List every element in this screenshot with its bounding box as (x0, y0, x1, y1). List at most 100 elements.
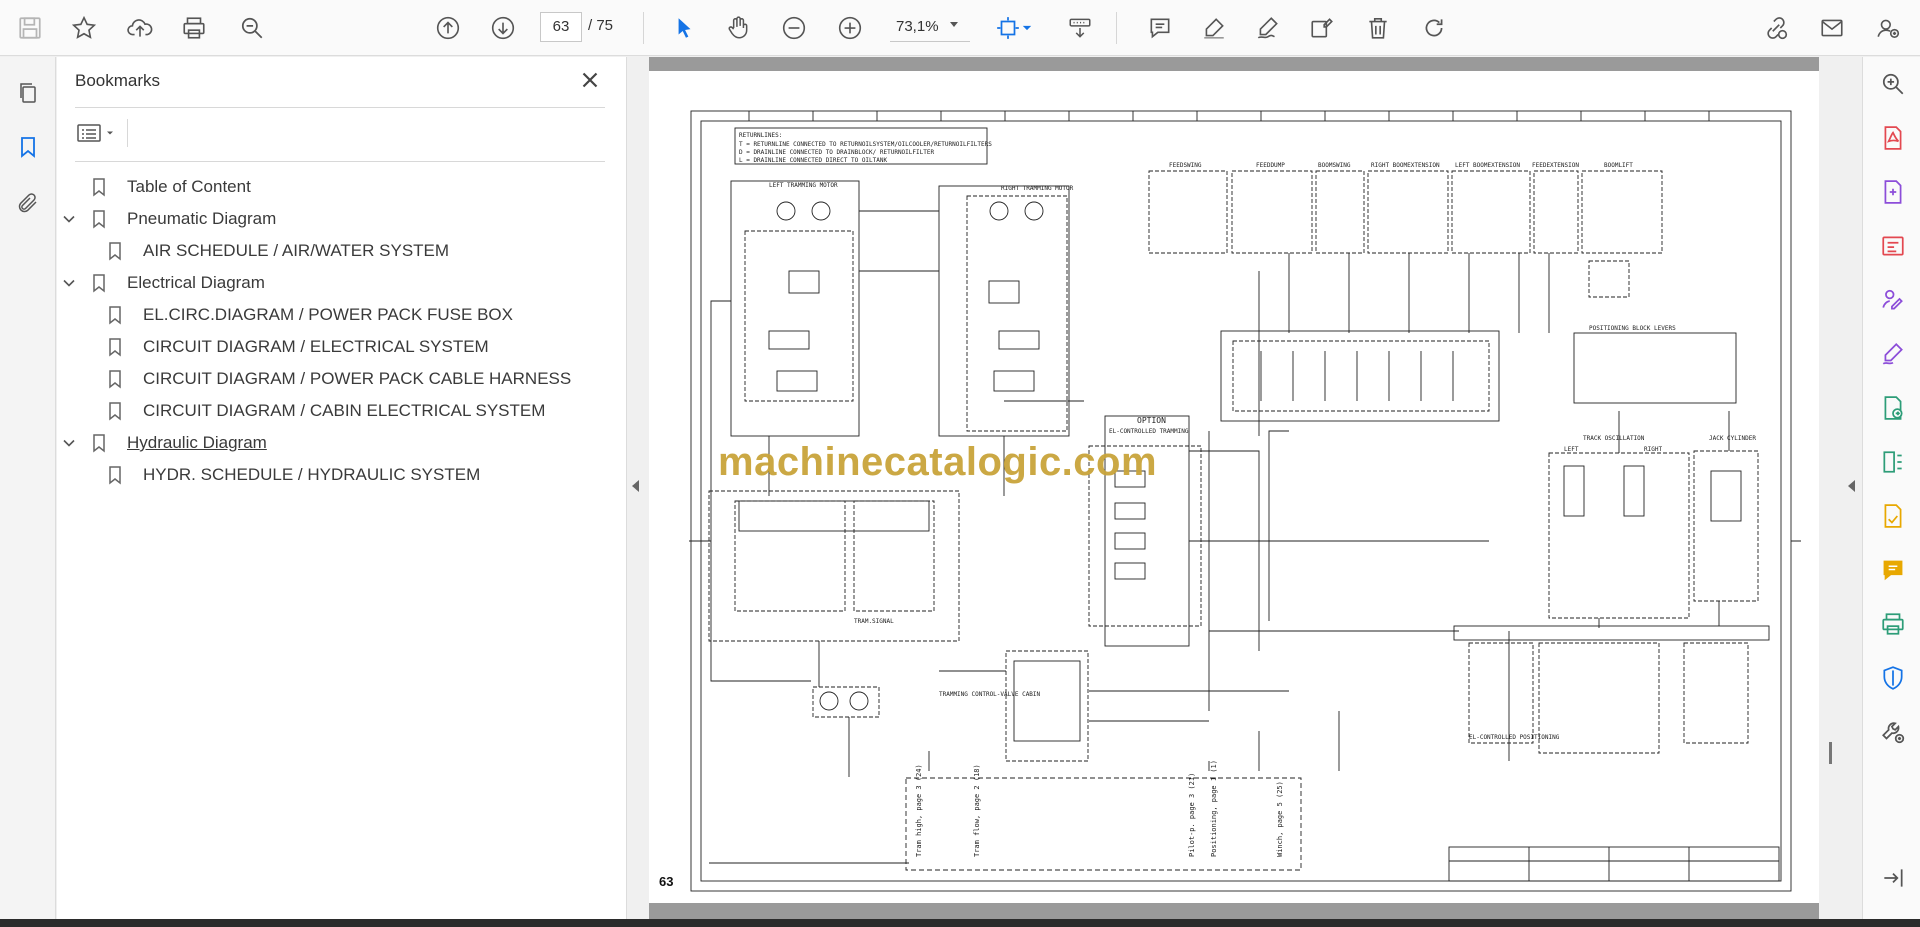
scroll-mode-icon[interactable] (1064, 12, 1096, 44)
chevron-down-icon[interactable] (61, 275, 77, 291)
zoom-out-icon[interactable] (778, 12, 810, 44)
next-page-icon[interactable] (487, 12, 519, 44)
chevron-down-icon[interactable] (61, 435, 77, 451)
rotate-icon[interactable] (1418, 12, 1450, 44)
divider (75, 161, 605, 162)
bookmark-item[interactable]: CIRCUIT DIAGRAM / CABIN ELECTRICAL SYSTE… (107, 394, 545, 428)
page-number-input[interactable]: 63 (540, 12, 582, 42)
bookmark-label: Hydraulic Diagram (127, 433, 267, 452)
svg-text:EL-CONTROLLED POSITIONING: EL-CONTROLLED POSITIONING (1469, 734, 1560, 741)
svg-text:EL-CONTROLLED TRAMMING: EL-CONTROLLED TRAMMING (1109, 428, 1189, 435)
main-toolbar: 63 / 75 73,1% (0, 0, 1920, 56)
toolbar-divider (643, 12, 644, 44)
fill-sign-tool-icon[interactable] (1878, 339, 1908, 369)
chevron-down-icon[interactable] (950, 22, 958, 27)
send-for-review-icon[interactable] (1878, 393, 1908, 423)
bookmark-item[interactable]: Table of Content (61, 170, 251, 204)
prev-page-icon[interactable] (432, 12, 464, 44)
delete-icon[interactable] (1362, 12, 1394, 44)
collapse-panel-icon[interactable] (1878, 863, 1908, 893)
bookmark-options-button[interactable] (77, 119, 121, 147)
svg-text:RIGHT BOOMEXTENSION: RIGHT BOOMEXTENSION (1371, 162, 1440, 169)
hand-icon[interactable] (722, 12, 754, 44)
bookmark-icon (109, 370, 121, 389)
page-number-label: 63 (659, 874, 674, 889)
zoom-level-select[interactable]: 73,1% (890, 12, 970, 42)
bookmark-item[interactable]: CIRCUIT DIAGRAM / ELECTRICAL SYSTEM (107, 330, 489, 364)
svg-text:T = RETURNLINE CONNECTED TO RE: T = RETURNLINE CONNECTED TO RETURNOILSYS… (739, 141, 992, 148)
svg-text:D = DRAINLINE CONNECTED TO DRA: D = DRAINLINE CONNECTED TO DRAINBLOCK/ R… (739, 149, 934, 156)
attachments-icon[interactable] (12, 187, 44, 219)
hydraulic-schematic: RETURNLINES: T = RETURNLINE CONNECTED TO… (689, 110, 1801, 892)
bookmark-label: AIR SCHEDULE / AIR/WATER SYSTEM (143, 241, 450, 260)
bookmark-item[interactable]: Hydraulic Diagram (61, 426, 267, 460)
comment-tool-icon[interactable] (1878, 555, 1908, 585)
fit-dropdown-caret-icon[interactable] (1020, 12, 1034, 44)
bookmark-item[interactable]: CIRCUIT DIAGRAM / POWER PACK CABLE HARNE… (107, 362, 571, 396)
vertical-scrollbar[interactable] (1825, 57, 1843, 919)
search-zoom-icon[interactable] (1878, 69, 1908, 99)
svg-text:FEEDSWING: FEEDSWING (1169, 162, 1202, 169)
bookmark-icon (93, 178, 105, 197)
scrollbar-thumb[interactable] (1829, 742, 1832, 764)
highlight-icon[interactable] (1198, 12, 1230, 44)
select-cursor-icon[interactable] (668, 12, 700, 44)
toolbar-divider (1116, 12, 1117, 44)
watermark-text: machinecatalogic.com (718, 440, 1158, 484)
close-icon[interactable] (577, 67, 603, 93)
share-link-icon[interactable] (1760, 12, 1792, 44)
left-motor-label: LEFT TRAMMING MOTOR (769, 182, 838, 189)
organize-pages-icon[interactable] (1878, 447, 1908, 477)
bookmark-label: Pneumatic Diagram (127, 209, 277, 228)
bookmark-icon (93, 274, 105, 293)
collapse-right-panel-icon[interactable] (1848, 480, 1855, 492)
account-icon[interactable] (1872, 12, 1904, 44)
collapse-left-panel-icon[interactable] (632, 480, 639, 492)
bookmark-item[interactable]: AIR SCHEDULE / AIR/WATER SYSTEM (107, 234, 449, 268)
fill-sign-icon[interactable] (1306, 12, 1338, 44)
bookmark-icon (109, 402, 121, 421)
list-options-icon (77, 124, 101, 142)
edit-pdf-icon[interactable] (1878, 231, 1908, 261)
protect-icon[interactable] (1878, 663, 1908, 693)
svg-text:BOOMSWING: BOOMSWING (1318, 162, 1351, 169)
export-pdf-icon[interactable] (1878, 123, 1908, 153)
print-icon[interactable] (178, 12, 210, 44)
bookmarks-panel-icon[interactable] (12, 131, 44, 163)
request-esign-icon[interactable] (1878, 285, 1908, 315)
next-page-edge (649, 903, 1819, 919)
bookmark-item[interactable]: Electrical Diagram (61, 266, 265, 300)
spacer (61, 179, 77, 195)
page-thumbnails-icon[interactable] (12, 77, 44, 109)
bookmark-label: CIRCUIT DIAGRAM / ELECTRICAL SYSTEM (143, 337, 489, 356)
bookmark-item[interactable]: HYDR. SCHEDULE / HYDRAULIC SYSTEM (107, 458, 480, 492)
chevron-down-icon[interactable] (61, 211, 77, 227)
previous-page-edge (649, 57, 1819, 71)
comment-icon[interactable] (1144, 12, 1176, 44)
bookmark-icon (109, 466, 121, 485)
email-icon[interactable] (1816, 12, 1848, 44)
upload-icon[interactable] (124, 12, 156, 44)
svg-text:TRAM.SIGNAL: TRAM.SIGNAL (854, 618, 894, 625)
svg-text:LEFT BOOMEXTENSION: LEFT BOOMEXTENSION (1455, 162, 1520, 169)
print-production-icon[interactable] (1878, 609, 1908, 639)
zoom-search-icon[interactable] (236, 12, 268, 44)
right-motor-label: RIGHT TRAMMING MOTOR (1001, 185, 1074, 192)
more-tools-icon[interactable] (1878, 717, 1908, 747)
save-icon[interactable] (14, 12, 46, 44)
chevron-down-icon (107, 131, 113, 135)
bookmark-star-icon[interactable] (68, 12, 100, 44)
bookmarks-title: Bookmarks (75, 71, 161, 90)
pdf-page[interactable]: RETURNLINES: T = RETURNLINE CONNECTED TO… (649, 71, 1819, 903)
svg-text:BOOMLIFT: BOOMLIFT (1604, 162, 1633, 169)
taskbar-edge (0, 919, 1920, 927)
create-pdf-icon[interactable] (1878, 177, 1908, 207)
bookmark-item[interactable]: EL.CIRC.DIAGRAM / POWER PACK FUSE BOX (107, 298, 513, 332)
zoom-in-icon[interactable] (834, 12, 866, 44)
svg-text:RIGHT: RIGHT (1644, 446, 1662, 453)
divider (127, 119, 128, 147)
left-navigation-rail (0, 57, 56, 919)
export-icon[interactable] (1878, 501, 1908, 531)
bookmark-item[interactable]: Pneumatic Diagram (61, 202, 276, 236)
draw-icon[interactable] (1252, 12, 1284, 44)
